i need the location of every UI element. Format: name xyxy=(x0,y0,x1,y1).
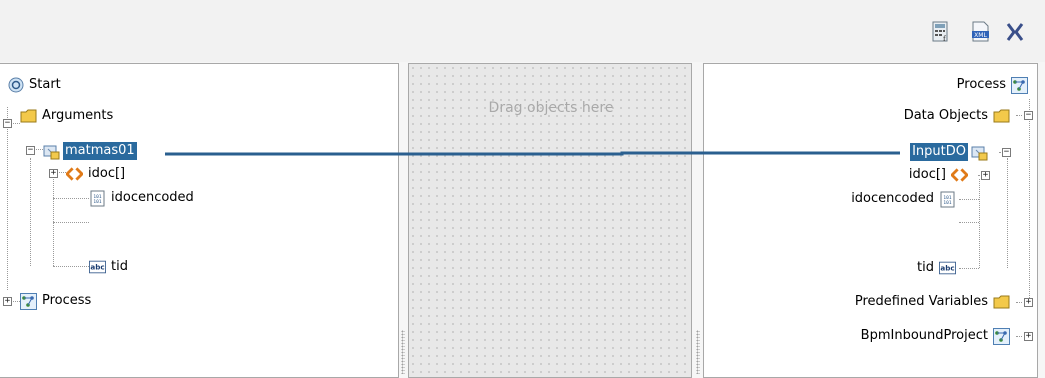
business-object-icon xyxy=(971,144,988,161)
expand-toggle[interactable]: + xyxy=(981,171,990,180)
tree-node-label: idocencoded xyxy=(111,190,194,205)
collapse-toggle[interactable]: − xyxy=(1002,148,1011,157)
tree-guide xyxy=(979,179,980,268)
tree-guide xyxy=(1029,99,1030,304)
string-icon-text: abc xyxy=(90,263,104,272)
tree-node-idocencoded[interactable]: idocencoded 101 101 xyxy=(849,189,959,209)
drag-hint-text: Drag objects here xyxy=(488,100,614,116)
xml-button[interactable]: XML xyxy=(970,20,992,44)
tree-guide xyxy=(1016,115,1022,116)
tree-node-label: matmas01 xyxy=(63,142,137,160)
idoc-icon xyxy=(951,167,968,184)
tree-node-label: Arguments xyxy=(42,108,114,123)
tree-node-idoc[interactable]: idoc[] xyxy=(63,164,127,184)
tree-node-idoc[interactable]: idoc[] xyxy=(907,165,971,185)
idoc-icon xyxy=(66,166,83,183)
calculator-button[interactable]: f xyxy=(930,20,952,44)
tree-node-label: idoc[] xyxy=(908,167,946,182)
folder-icon xyxy=(993,108,1010,125)
collapse-button[interactable] xyxy=(1004,20,1026,44)
xml-icon: XML xyxy=(972,21,989,42)
tree-guide xyxy=(53,222,89,223)
binary-icon-text: 101 xyxy=(93,199,101,205)
expand-toggle[interactable]: + xyxy=(1024,332,1033,341)
tree-node-tid[interactable]: abc tid xyxy=(86,257,130,277)
tree-guide xyxy=(959,222,979,223)
tree-guide xyxy=(959,199,979,200)
tree-node-label: Process xyxy=(42,293,92,308)
calculator-icon: f xyxy=(932,21,948,43)
tree-node-bpminboundproject[interactable]: BpmInboundProject xyxy=(859,326,1013,346)
tree-node-inputdo[interactable]: InputDO xyxy=(910,142,991,162)
mapping-canvas[interactable]: Drag objects here xyxy=(408,63,692,378)
folder-icon xyxy=(993,294,1010,311)
tree-node-process[interactable]: Process xyxy=(17,291,93,311)
collapse-toggle[interactable]: − xyxy=(3,119,12,128)
tree-node-label: tid xyxy=(917,260,934,275)
string-icon: abc xyxy=(89,259,106,276)
tree-node-data-objects[interactable]: Data Objects xyxy=(902,106,1013,126)
splitter-handle[interactable] xyxy=(401,330,405,374)
tree-node-label: BpmInboundProject xyxy=(860,328,988,343)
expand-toggle[interactable]: + xyxy=(1024,298,1033,307)
tree-node-matmas01[interactable]: matmas01 xyxy=(40,141,137,161)
tree-guide xyxy=(1007,158,1008,268)
tree-node-label: Start xyxy=(29,77,61,92)
string-icon-text: abc xyxy=(940,264,954,273)
tree-guide xyxy=(959,268,979,269)
tree-node-tid[interactable]: tid abc xyxy=(915,258,959,278)
binary-icon-text: 101 xyxy=(943,200,951,206)
binary-icon: 101 101 xyxy=(89,190,106,207)
target-tree-panel[interactable]: Process − Data Objects − InputDO + idoc[… xyxy=(703,63,1038,378)
splitter-handle[interactable] xyxy=(696,330,700,374)
string-icon: abc xyxy=(939,260,956,277)
tree-node-predefined-variables[interactable]: Predefined Variables xyxy=(853,292,1013,312)
tree-guide xyxy=(53,266,89,267)
tree-node-label: tid xyxy=(111,259,128,274)
tree-node-process-root[interactable]: Process xyxy=(955,75,1031,95)
tree-node-idocencoded[interactable]: 101 101 idocencoded xyxy=(86,188,196,208)
collapse-toggle[interactable]: − xyxy=(1024,111,1033,120)
tree-node-arguments[interactable]: Arguments xyxy=(17,106,115,126)
tree-guide xyxy=(7,107,8,290)
tree-node-label: Predefined Variables xyxy=(854,294,988,309)
tree-node-label: idocencoded xyxy=(851,191,934,206)
expand-toggle[interactable]: + xyxy=(3,297,12,306)
tree-guide xyxy=(1016,302,1022,303)
collapse-icon xyxy=(1006,23,1024,41)
tree-node-label: Data Objects xyxy=(903,108,988,123)
process-icon xyxy=(1011,76,1028,94)
tree-node-label: Process xyxy=(956,77,1006,92)
xml-icon-text: XML xyxy=(974,32,987,39)
tree-guide xyxy=(30,158,31,266)
collapse-toggle[interactable]: − xyxy=(26,146,35,155)
binary-icon: 101 101 xyxy=(939,191,956,208)
tree-node-start[interactable]: Start xyxy=(4,75,63,95)
business-object-icon xyxy=(43,143,60,160)
source-tree-panel[interactable]: Start − Arguments − matmas01 + idoc[] 10… xyxy=(0,63,399,378)
tree-guide xyxy=(53,198,89,199)
tree-guide xyxy=(53,176,54,266)
process-icon xyxy=(993,327,1010,345)
start-icon xyxy=(7,77,24,94)
tree-node-label: idoc[] xyxy=(88,166,126,181)
process-icon xyxy=(20,292,37,310)
tree-guide xyxy=(1016,336,1022,337)
folder-icon xyxy=(20,108,37,125)
expand-toggle[interactable]: + xyxy=(49,169,58,178)
tree-node-label: InputDO xyxy=(910,143,968,161)
toolbar: f XML xyxy=(0,0,1045,62)
